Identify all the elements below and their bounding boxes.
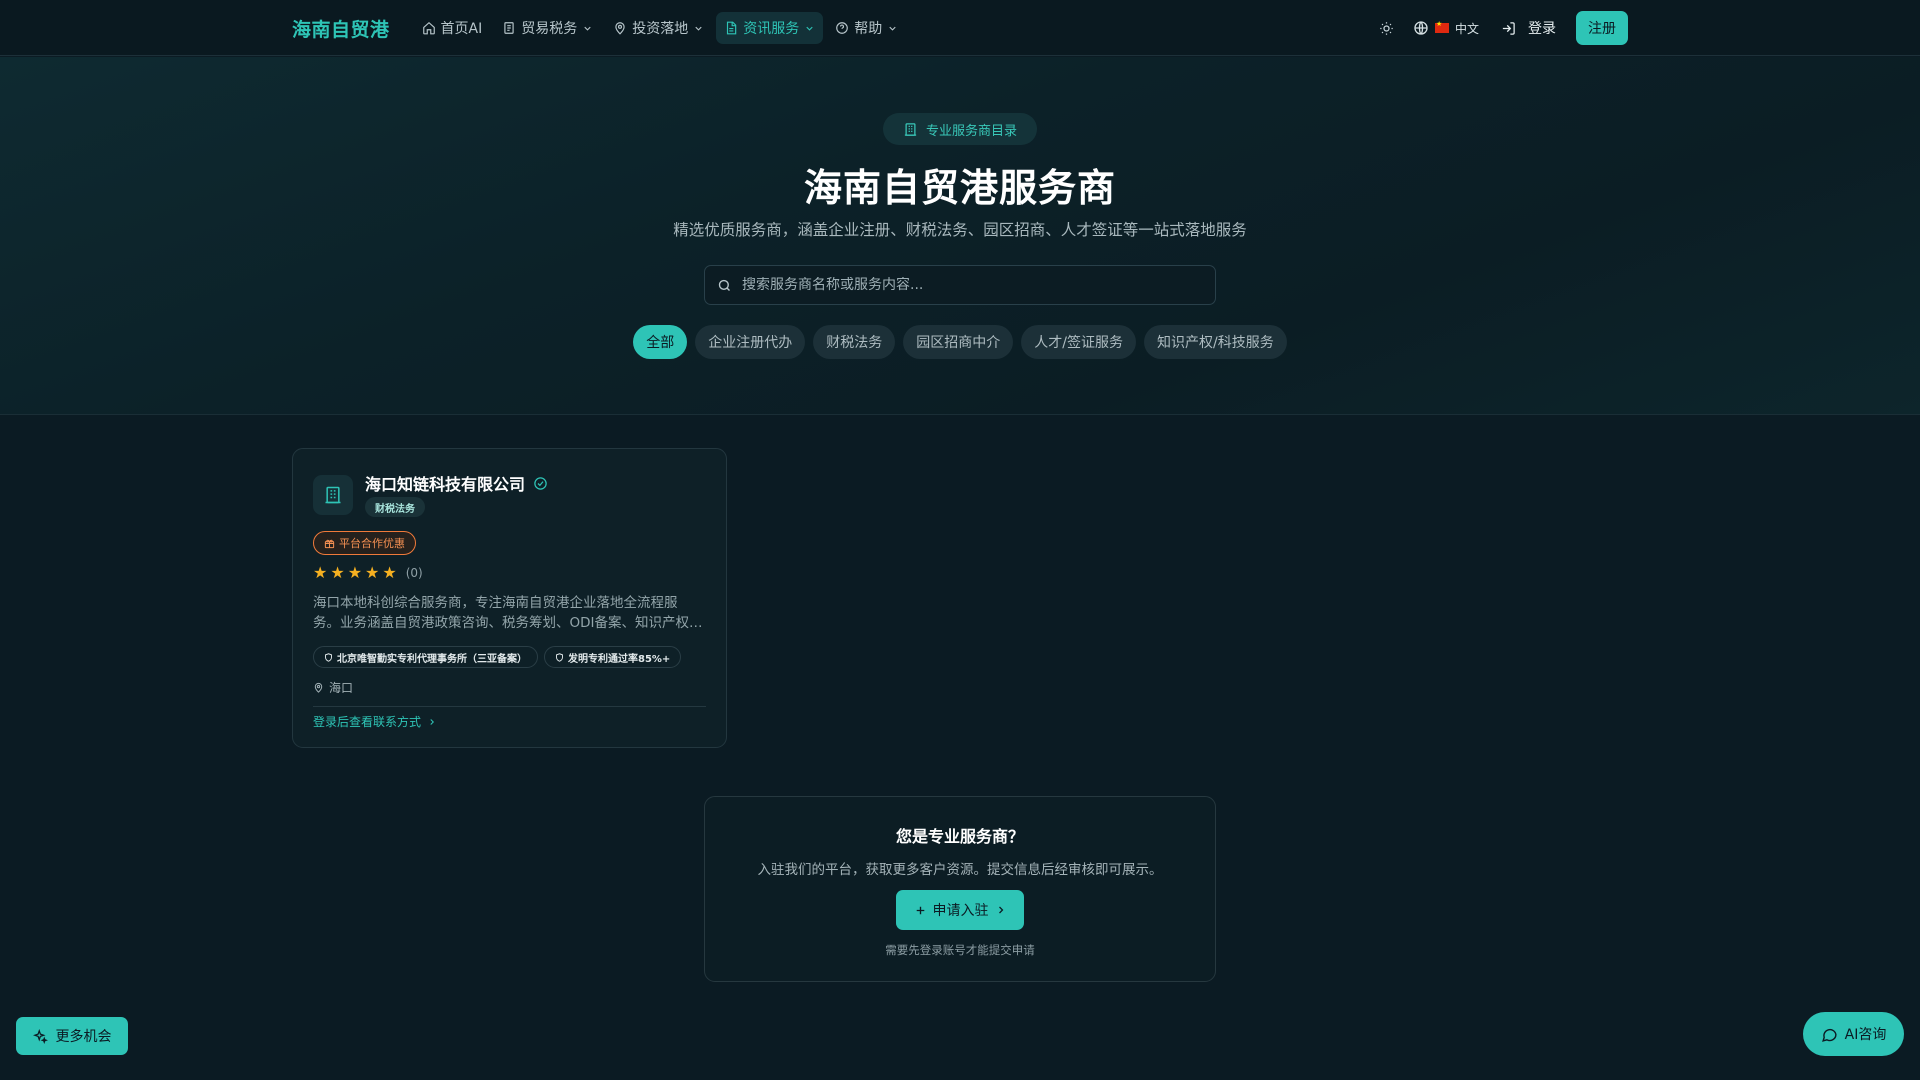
filter-chip-talent-visa[interactable]: 人才/签证服务	[1021, 325, 1136, 359]
chevron-down-icon	[804, 23, 815, 34]
apply-button-label: 申请入驻	[932, 903, 989, 919]
nav-item-label: 贸易税务	[521, 21, 578, 37]
more-opportunities-label: 更多机会	[55, 1029, 112, 1045]
apply-button[interactable]: 申请入驻	[896, 890, 1024, 930]
star-icon: ★	[330, 563, 345, 582]
description-line: 海口本地科创综合服务商，专注海南自贸港企业落地全流程服	[313, 595, 678, 611]
chevron-down-icon	[693, 23, 704, 34]
star-icon: ★	[365, 563, 380, 582]
globe-icon	[1413, 20, 1429, 36]
hero-badge-label: 专业服务商目录	[925, 123, 1017, 139]
view-contact-link[interactable]: 登录后查看联系方式	[313, 713, 437, 730]
shield-icon	[324, 652, 333, 662]
location-label: 海口	[329, 681, 354, 695]
promo-badge: 平台合作优惠	[313, 531, 416, 555]
chevron-right-icon	[427, 717, 437, 727]
review-count: (0)	[405, 566, 423, 580]
provider-location: 海口	[313, 679, 353, 696]
nav-item-label: 投资落地	[632, 21, 689, 37]
promo-label: 平台合作优惠	[339, 537, 405, 550]
provider-signup-cta: 您是专业服务商？ 入驻我们的平台，获取更多客户资源。提交信息后经审核即可展示。 …	[704, 796, 1216, 982]
credential-badge: 发明专利通过率85%+	[544, 646, 682, 668]
rating-stars: ★ ★ ★ ★ ★ (0)	[313, 565, 423, 581]
login-label: 登录	[1528, 21, 1556, 37]
plus-icon	[914, 904, 927, 917]
sun-icon	[1379, 21, 1394, 36]
ai-consult-button[interactable]: AI咨询	[1803, 1012, 1904, 1056]
filter-chip-park-investment[interactable]: 园区招商中介	[903, 325, 1014, 359]
navbar-right: 中文 登录 注册	[1371, 11, 1628, 45]
chevron-down-icon	[887, 23, 898, 34]
card-divider	[313, 706, 706, 707]
chat-bubble-icon	[1821, 1026, 1838, 1043]
login-button[interactable]: 登录	[1501, 18, 1556, 38]
contact-link-label: 登录后查看联系方式	[313, 715, 422, 729]
search-input[interactable]	[742, 277, 1203, 293]
shield-icon	[555, 652, 564, 662]
cta-note: 需要先登录账号才能提交申请	[885, 943, 1035, 957]
language-label: 中文	[1454, 21, 1479, 36]
page-subtitle: 精选优质服务商，涵盖企业注册、财税法务、园区招商、人才签证等一站式落地服务	[673, 221, 1247, 239]
description-line: 务。业务涵盖自贸港政策咨询、税务筹划、ODI备案、知识产权等一站式服务	[313, 615, 708, 631]
filter-chip-tax-legal[interactable]: 财税法务	[813, 325, 896, 359]
ai-consult-label: AI咨询	[1844, 1027, 1887, 1043]
map-pin-icon	[313, 682, 324, 693]
help-circle-icon	[835, 21, 849, 35]
verified-check-icon	[533, 476, 548, 491]
provider-description: 海口本地科创综合服务商，专注海南自贸港企业落地全流程服 务。业务涵盖自贸港政策咨…	[313, 593, 708, 633]
filter-chip-company-registration[interactable]: 企业注册代办	[695, 325, 806, 359]
china-flag-icon	[1434, 20, 1449, 33]
building-icon	[323, 485, 343, 505]
theme-toggle-button[interactable]	[1371, 12, 1403, 44]
nav-item-help[interactable]: 帮助	[827, 12, 906, 44]
provider-category-tag: 财税法务	[365, 497, 425, 517]
credential-label: 北京唯智勤实专利代理事务所（三亚备案）	[337, 653, 527, 665]
provider-name-row: 海口知链科技有限公司	[365, 471, 548, 495]
credential-list: 北京唯智勤实专利代理事务所（三亚备案） 发明专利通过率85%+	[313, 646, 682, 668]
nav-item-label: 帮助	[854, 21, 883, 37]
search-box[interactable]	[704, 265, 1216, 305]
filter-chip-ip-tech[interactable]: 知识产权/科技服务	[1144, 325, 1287, 359]
cta-description: 入驻我们的平台，获取更多客户资源。提交信息后经审核即可展示。	[757, 862, 1163, 878]
more-opportunities-button[interactable]: 更多机会	[16, 1017, 128, 1055]
filter-chip-all[interactable]: 全部	[633, 325, 688, 359]
hero-section: 专业服务商目录 海南自贸港服务商 精选优质服务商，涵盖企业注册、财税法务、园区招…	[0, 57, 1920, 415]
chevron-down-icon	[582, 23, 593, 34]
map-pin-icon	[613, 21, 627, 35]
credential-label: 发明专利通过率85%+	[568, 653, 671, 665]
star-icon: ★	[347, 563, 363, 582]
hero-badge: 专业服务商目录	[883, 113, 1037, 145]
cta-title: 您是专业服务商？	[895, 827, 1024, 846]
page-title: 海南自贸港服务商	[803, 166, 1116, 210]
login-icon	[1501, 21, 1516, 36]
provider-name: 海口知链科技有限公司	[365, 475, 526, 494]
register-button[interactable]: 注册	[1576, 11, 1628, 45]
provider-logo	[313, 475, 353, 515]
chevron-right-icon	[995, 904, 1007, 916]
gift-icon	[324, 538, 335, 549]
provider-card[interactable]: 海口知链科技有限公司 财税法务 平台合作优惠 ★ ★ ★ ★ ★ (0) 海口本…	[292, 448, 727, 748]
nav-item-trade-tax[interactable]: 贸易税务	[494, 12, 601, 44]
nav-item-label: 资讯服务	[743, 21, 800, 37]
credential-badge: 北京唯智勤实专利代理事务所（三亚备案）	[313, 646, 538, 668]
building-icon	[903, 122, 918, 137]
category-filters: 全部 企业注册代办 财税法务 园区招商中介 人才/签证服务 知识产权/科技服务	[0, 325, 1920, 359]
nav-item-info-services[interactable]: 资讯服务	[716, 12, 824, 44]
nav-item-home[interactable]: 首页AI	[414, 12, 491, 44]
brand-logo[interactable]: 海南自贸港	[292, 15, 390, 42]
nav-item-label: 首页AI	[440, 21, 483, 37]
receipt-icon	[502, 21, 516, 35]
sparkles-icon	[32, 1028, 48, 1044]
home-icon	[422, 21, 436, 35]
navbar-container: 海南自贸港 首页AI 贸易税务 投资落地 资讯服务 帮助 ★ 中文 登录 注册	[292, 0, 1628, 56]
star-icon: ★	[313, 563, 328, 582]
star-icon: ★	[382, 563, 397, 582]
language-selector[interactable]: 中文	[1413, 20, 1479, 37]
document-icon	[724, 21, 738, 35]
top-navbar: 海南自贸港 首页AI 贸易税务 投资落地 资讯服务 帮助 ★ 中文 登录 注册	[0, 0, 1920, 56]
nav-item-investment[interactable]: 投资落地	[605, 12, 712, 44]
search-icon	[717, 278, 732, 293]
